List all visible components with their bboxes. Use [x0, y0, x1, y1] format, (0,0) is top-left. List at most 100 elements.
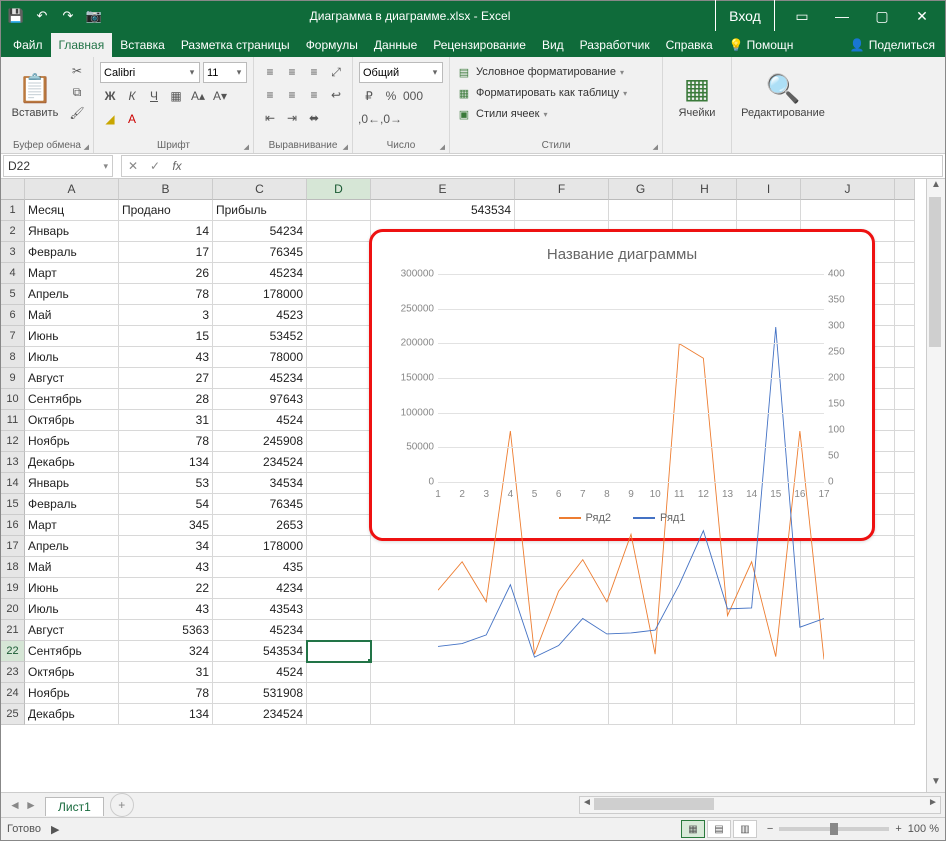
bold-button[interactable]: Ж [100, 86, 120, 106]
close-icon[interactable]: ✕ [903, 1, 941, 31]
sheet-nav[interactable]: ◄► [1, 798, 45, 812]
redo-icon[interactable]: ↷ [57, 5, 79, 27]
share-button[interactable]: 👤Поделиться [840, 33, 945, 57]
page-layout-view-icon[interactable]: ▤ [707, 820, 731, 838]
tell-me[interactable]: 💡Помощн [721, 33, 802, 57]
scroll-right-icon[interactable]: ► [926, 797, 940, 811]
cut-icon[interactable]: ✂ [67, 62, 87, 80]
tab-insert[interactable]: Вставка [112, 33, 173, 57]
cancel-icon[interactable]: ✕ [122, 159, 144, 173]
chart-title[interactable]: Название диаграммы [380, 240, 864, 267]
align-bottom-icon[interactable]: ≡ [304, 62, 324, 82]
ribbon-options-icon[interactable]: ▭ [783, 1, 821, 31]
y-left-tick: 250000 [380, 303, 434, 314]
format-as-table-button[interactable]: ▦Форматировать как таблицу▾ [456, 83, 627, 103]
y-left-tick: 100000 [380, 407, 434, 418]
scroll-thumb[interactable] [594, 798, 714, 810]
add-sheet-button[interactable]: + [110, 793, 134, 817]
zoom-in-icon[interactable]: + [895, 823, 901, 835]
zoom-slider[interactable] [779, 827, 889, 831]
legend-item-1[interactable]: Ряд1 [633, 512, 685, 524]
scroll-thumb[interactable] [929, 197, 941, 347]
increase-font-icon[interactable]: A▴ [188, 86, 208, 106]
tab-data[interactable]: Данные [366, 33, 425, 57]
conditional-formatting-button[interactable]: ▤Условное форматирование▾ [456, 62, 624, 82]
font-color-button[interactable]: A [122, 109, 142, 129]
normal-view-icon[interactable]: ▦ [681, 820, 705, 838]
macro-record-icon[interactable]: ▶ [51, 823, 59, 836]
next-sheet-icon[interactable]: ► [23, 798, 39, 812]
orientation-icon[interactable]: ⤢ [326, 62, 346, 82]
x-tick: 15 [770, 489, 781, 500]
page-break-view-icon[interactable]: ▥ [733, 820, 757, 838]
horizontal-scrollbar[interactable]: ◄ ► [579, 796, 941, 814]
series-Ряд2[interactable] [438, 344, 824, 660]
tab-home[interactable]: Главная [51, 33, 113, 57]
align-center-icon[interactable]: ≡ [282, 85, 302, 105]
align-left-icon[interactable]: ≡ [260, 85, 280, 105]
editing-button[interactable]: 🔍Редактирование [738, 62, 828, 128]
chart-object[interactable]: Название диаграммы Ряд2 Ряд1 05000010000… [369, 229, 875, 541]
tab-view[interactable]: Вид [534, 33, 572, 57]
enter-icon[interactable]: ✓ [144, 159, 166, 173]
camera-icon[interactable]: 📷 [83, 5, 105, 27]
decrease-font-icon[interactable]: A▾ [210, 86, 230, 106]
tab-layout[interactable]: Разметка страницы [173, 33, 298, 57]
comma-icon[interactable]: 000 [403, 86, 423, 106]
group-label: Число [359, 139, 443, 153]
font-name-combo[interactable]: ▾ [100, 62, 200, 83]
align-right-icon[interactable]: ≡ [304, 85, 324, 105]
merge-icon[interactable]: ⬌ [304, 108, 324, 128]
wrap-text-icon[interactable]: ↩ [326, 85, 346, 105]
chevron-down-icon: ▾ [103, 161, 108, 172]
currency-icon[interactable]: ₽ [359, 86, 379, 106]
x-tick: 9 [628, 489, 634, 500]
group-label: Буфер обмена [7, 139, 87, 153]
maximize-icon[interactable]: ▢ [863, 1, 901, 31]
zoom-out-icon[interactable]: − [767, 823, 773, 835]
number-format-combo[interactable]: ▾ [359, 62, 443, 83]
paste-button[interactable]: 📋Вставить [7, 62, 63, 128]
formula-bar[interactable]: ✕ ✓ fx [121, 155, 943, 177]
border-button[interactable]: ▦ [166, 86, 186, 106]
fill-color-button[interactable]: ◢ [100, 109, 120, 129]
align-top-icon[interactable]: ≡ [260, 62, 280, 82]
scroll-down-icon[interactable]: ▼ [927, 776, 945, 792]
minimize-icon[interactable]: — [823, 1, 861, 31]
tab-review[interactable]: Рецензирование [425, 33, 534, 57]
sheet-tab[interactable]: Лист1 [45, 797, 104, 816]
decrease-indent-icon[interactable]: ⇤ [260, 108, 280, 128]
login-button[interactable]: Вход [715, 0, 775, 33]
increase-indent-icon[interactable]: ⇥ [282, 108, 302, 128]
legend-item-2[interactable]: Ряд2 [559, 512, 611, 524]
vertical-scrollbar[interactable]: ▲ ▼ [926, 179, 945, 792]
underline-button[interactable]: Ч [144, 86, 164, 106]
cells-button[interactable]: ▦Ячейки [669, 62, 725, 128]
tab-help[interactable]: Справка [658, 33, 721, 57]
tab-file[interactable]: Файл [5, 33, 51, 57]
format-painter-icon[interactable]: 🖌 [67, 104, 87, 122]
scroll-up-icon[interactable]: ▲ [927, 179, 945, 195]
name-box[interactable]: D22▾ [3, 155, 113, 177]
formula-input[interactable] [188, 157, 942, 175]
bulb-icon: 💡 [729, 38, 744, 52]
group-label: Шрифт [100, 139, 247, 153]
copy-icon[interactable]: ⧉ [67, 83, 87, 101]
align-middle-icon[interactable]: ≡ [282, 62, 302, 82]
tab-formulas[interactable]: Формулы [298, 33, 366, 57]
zoom-control[interactable]: − + 100 % [767, 823, 939, 835]
percent-icon[interactable]: % [381, 86, 401, 106]
cell-styles-button[interactable]: ▣Стили ячеек▾ [456, 104, 548, 124]
undo-icon[interactable]: ↶ [31, 5, 53, 27]
save-icon[interactable]: 💾 [5, 5, 27, 27]
increase-decimal-icon[interactable]: ,0← [359, 109, 379, 129]
y-right-tick: 200 [828, 373, 864, 384]
fx-icon[interactable]: fx [166, 159, 188, 173]
tab-developer[interactable]: Разработчик [572, 33, 658, 57]
prev-sheet-icon[interactable]: ◄ [7, 798, 23, 812]
scroll-left-icon[interactable]: ◄ [580, 797, 594, 811]
font-size-combo[interactable]: ▾ [203, 62, 247, 83]
italic-button[interactable]: К [122, 86, 142, 106]
decrease-decimal-icon[interactable]: ,0→ [381, 109, 401, 129]
chart-legend[interactable]: Ряд2 Ряд1 [380, 512, 864, 524]
